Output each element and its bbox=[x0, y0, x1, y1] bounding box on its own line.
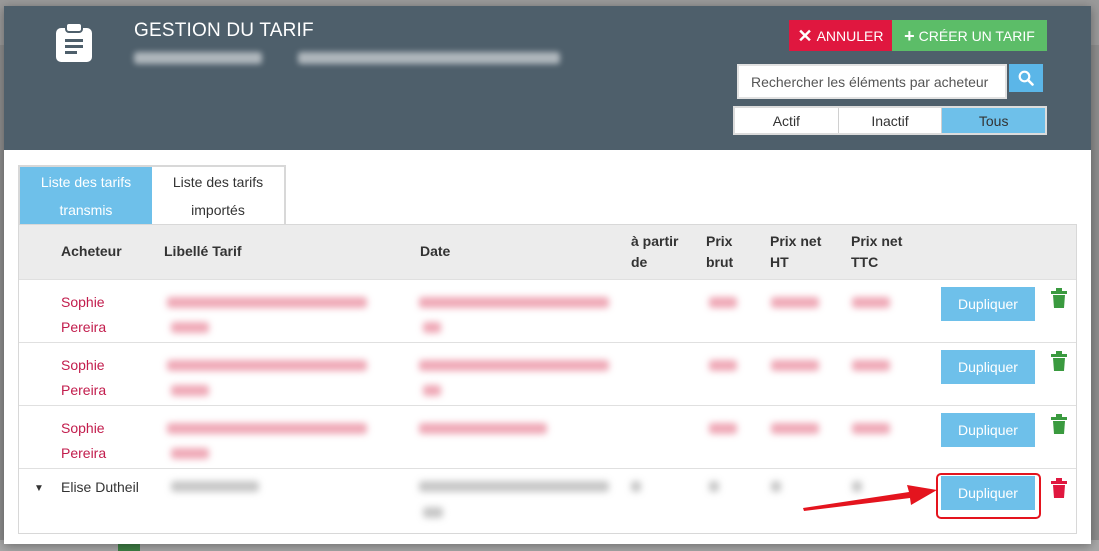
label-redacted bbox=[167, 297, 367, 308]
col-from-line1: à partir bbox=[631, 233, 679, 249]
label-redacted bbox=[171, 448, 209, 459]
net-ttc-redacted bbox=[852, 423, 890, 434]
page-title: GESTION DU TARIF bbox=[134, 20, 314, 41]
col-from-line2: de bbox=[631, 254, 648, 270]
date-redacted bbox=[423, 385, 441, 396]
filter-tous[interactable]: Tous bbox=[942, 108, 1046, 133]
plus-icon: + bbox=[904, 25, 915, 46]
clipboard-icon bbox=[56, 22, 92, 62]
label-redacted bbox=[167, 423, 367, 434]
pointer-arrow-icon bbox=[803, 485, 937, 511]
search-icon bbox=[1018, 70, 1034, 86]
trash-icon[interactable] bbox=[1049, 413, 1069, 435]
tab-transmitted-line2: transmis bbox=[59, 201, 113, 218]
duplicate-button[interactable]: Dupliquer bbox=[941, 413, 1035, 447]
gross-redacted bbox=[709, 360, 737, 371]
create-tariff-button[interactable]: + CRÉER UN TARIF bbox=[892, 20, 1047, 51]
search-input[interactable] bbox=[739, 66, 1005, 97]
duplicate-highlight-box bbox=[936, 473, 1041, 519]
net-ht-redacted bbox=[771, 360, 819, 371]
modal-header: GESTION DU TARIF ✕ ANNULER + CRÉER UN TA… bbox=[4, 6, 1091, 150]
net-ttc-redacted bbox=[852, 297, 890, 308]
cancel-label: ANNULER bbox=[816, 27, 884, 44]
col-net-ttc: Prix net TTC bbox=[851, 231, 902, 273]
duplicate-button[interactable]: Dupliquer bbox=[941, 350, 1035, 384]
date-redacted bbox=[419, 423, 547, 434]
close-icon: ✕ bbox=[797, 25, 813, 46]
tab-imported-line2: importés bbox=[191, 201, 245, 218]
caret-down-icon[interactable]: ▼ bbox=[34, 483, 44, 494]
col-label: Libellé Tarif bbox=[164, 243, 242, 259]
tab-imported-line1: Liste des tarifs bbox=[172, 173, 264, 190]
status-filter: Actif Inactif Tous bbox=[733, 106, 1047, 135]
col-net-ht-line1: Prix net bbox=[770, 233, 822, 249]
tariff-modal: GESTION DU TARIF ✕ ANNULER + CRÉER UN TA… bbox=[4, 6, 1091, 544]
buyer-first: Sophie bbox=[61, 294, 105, 310]
tariff-table: Acheteur Libellé Tarif Date à partir de … bbox=[18, 224, 1077, 534]
tariff-tabs: Liste des tarifs transmis Liste des tari… bbox=[18, 165, 286, 224]
from-redacted bbox=[631, 481, 641, 492]
trash-icon[interactable] bbox=[1049, 350, 1069, 372]
col-buyer: Acheteur bbox=[61, 243, 122, 259]
table-row: Sophie Pereira Dupliquer bbox=[19, 405, 1076, 468]
col-net-ttc-line2: TTC bbox=[851, 254, 879, 270]
buyer-name[interactable]: Sophie Pereira bbox=[61, 353, 106, 403]
filter-actif[interactable]: Actif bbox=[735, 108, 839, 133]
net-ttc-redacted bbox=[852, 360, 890, 371]
table-header: Acheteur Libellé Tarif Date à partir de … bbox=[19, 225, 1076, 279]
buyer-last: Pereira bbox=[61, 382, 107, 398]
buyer-name[interactable]: Sophie Pereira bbox=[61, 416, 106, 466]
gross-redacted bbox=[709, 423, 737, 434]
tab-transmitted[interactable]: Liste des tarifs transmis bbox=[20, 167, 152, 224]
date-redacted bbox=[419, 297, 609, 308]
col-gross-line1: Prix bbox=[706, 233, 733, 249]
duplicate-button[interactable]: Dupliquer bbox=[941, 287, 1035, 321]
tab-imported[interactable]: Liste des tarifs importés bbox=[152, 167, 284, 224]
label-redacted bbox=[171, 385, 209, 396]
label-redacted bbox=[171, 322, 209, 333]
col-from: à partir de bbox=[631, 231, 678, 273]
date-redacted bbox=[423, 507, 443, 518]
label-redacted bbox=[171, 481, 259, 492]
net-ht-redacted bbox=[771, 423, 819, 434]
date-redacted bbox=[419, 360, 609, 371]
col-net-ht: Prix net HT bbox=[770, 231, 821, 273]
col-net-ttc-line1: Prix net bbox=[851, 233, 903, 249]
col-date: Date bbox=[420, 243, 451, 259]
col-gross-line2: brut bbox=[706, 254, 734, 270]
col-net-ht-line2: HT bbox=[770, 254, 789, 270]
filter-inactif[interactable]: Inactif bbox=[838, 108, 943, 133]
create-label: CRÉER UN TARIF bbox=[918, 27, 1035, 44]
gross-redacted bbox=[709, 297, 737, 308]
buyer-name[interactable]: Elise Dutheil bbox=[61, 475, 139, 500]
net-ht-redacted bbox=[771, 481, 781, 492]
buyer-first: Sophie bbox=[61, 357, 105, 373]
gross-redacted bbox=[709, 481, 719, 492]
search-button[interactable] bbox=[1009, 64, 1043, 92]
buyer-last: Pereira bbox=[61, 445, 107, 461]
buyer-first: Sophie bbox=[61, 420, 105, 436]
col-gross-price: Prix brut bbox=[706, 231, 733, 273]
tab-transmitted-line1: Liste des tarifs bbox=[40, 173, 132, 190]
cancel-button[interactable]: ✕ ANNULER bbox=[789, 20, 892, 51]
buyer-name[interactable]: Sophie Pereira bbox=[61, 290, 106, 340]
search-box bbox=[737, 64, 1007, 99]
label-redacted bbox=[167, 360, 367, 371]
date-redacted bbox=[423, 322, 441, 333]
subtitle-redacted-2 bbox=[298, 52, 560, 64]
table-row: Sophie Pereira Dupliquer bbox=[19, 342, 1076, 405]
trash-icon[interactable] bbox=[1049, 287, 1069, 309]
subtitle-redacted-1 bbox=[134, 52, 262, 64]
buyer-last: Pereira bbox=[61, 319, 107, 335]
background-indicator bbox=[118, 544, 140, 551]
table-row: Sophie Pereira Dupliquer bbox=[19, 279, 1076, 342]
trash-icon[interactable] bbox=[1049, 477, 1069, 499]
net-ht-redacted bbox=[771, 297, 819, 308]
date-redacted bbox=[419, 481, 609, 492]
